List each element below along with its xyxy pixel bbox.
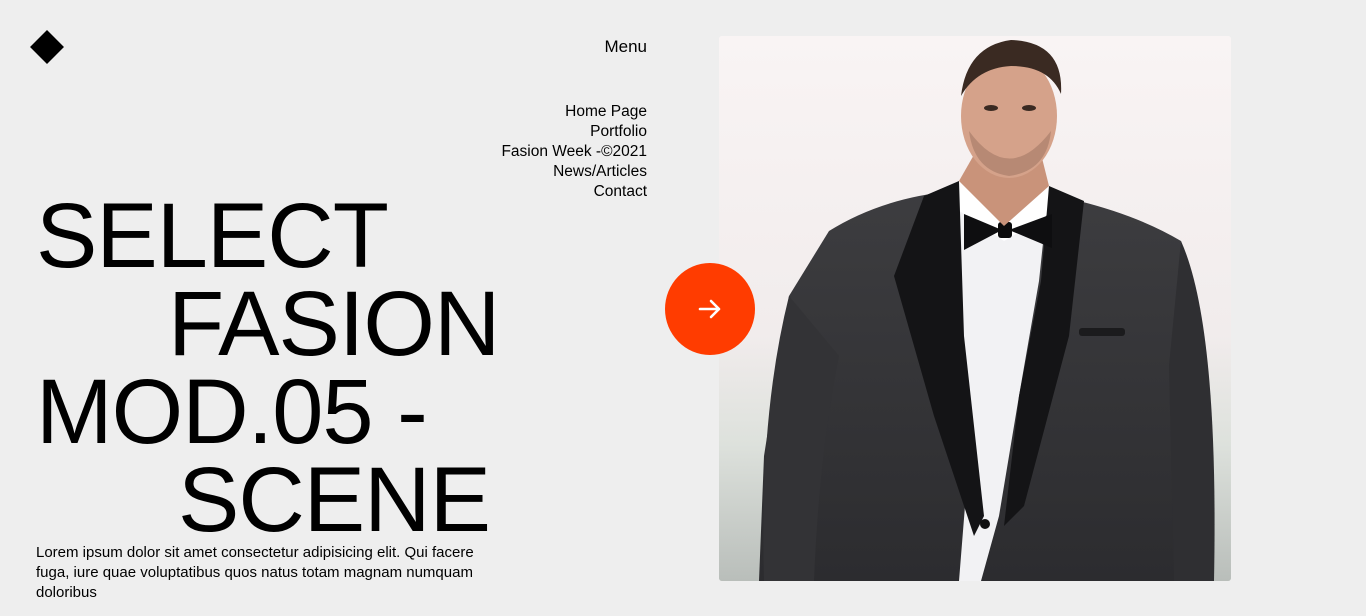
diamond-logo-icon[interactable] bbox=[30, 30, 64, 64]
page: Menu Home Page Portfolio Fasion Week -©2… bbox=[0, 0, 1366, 616]
headline-line-1: SELECT bbox=[36, 185, 389, 287]
nav-item-portfolio[interactable]: Portfolio bbox=[501, 122, 647, 142]
main-nav: Home Page Portfolio Fasion Week -©2021 N… bbox=[501, 102, 647, 202]
man-in-tuxedo-photo bbox=[719, 36, 1231, 581]
nav-item-news-articles[interactable]: News/Articles bbox=[501, 162, 647, 182]
hero-headline: SELECT FASION MOD.05 - SCENE bbox=[36, 185, 500, 551]
headline-line-3: MOD.05 - bbox=[36, 361, 428, 463]
menu-toggle[interactable]: Menu bbox=[604, 37, 647, 57]
tuxedo-illustration bbox=[719, 36, 1231, 581]
nav-item-fasion-week[interactable]: Fasion Week -©2021 bbox=[501, 142, 647, 162]
headline-line-2: FASION bbox=[168, 273, 500, 375]
next-slide-button[interactable] bbox=[665, 263, 755, 355]
nav-item-home[interactable]: Home Page bbox=[501, 102, 647, 122]
arrow-right-icon bbox=[698, 299, 721, 319]
hero-description: Lorem ipsum dolor sit amet consectetur a… bbox=[36, 544, 474, 601]
nav-item-contact[interactable]: Contact bbox=[501, 182, 647, 202]
headline-line-4: SCENE bbox=[178, 449, 491, 551]
